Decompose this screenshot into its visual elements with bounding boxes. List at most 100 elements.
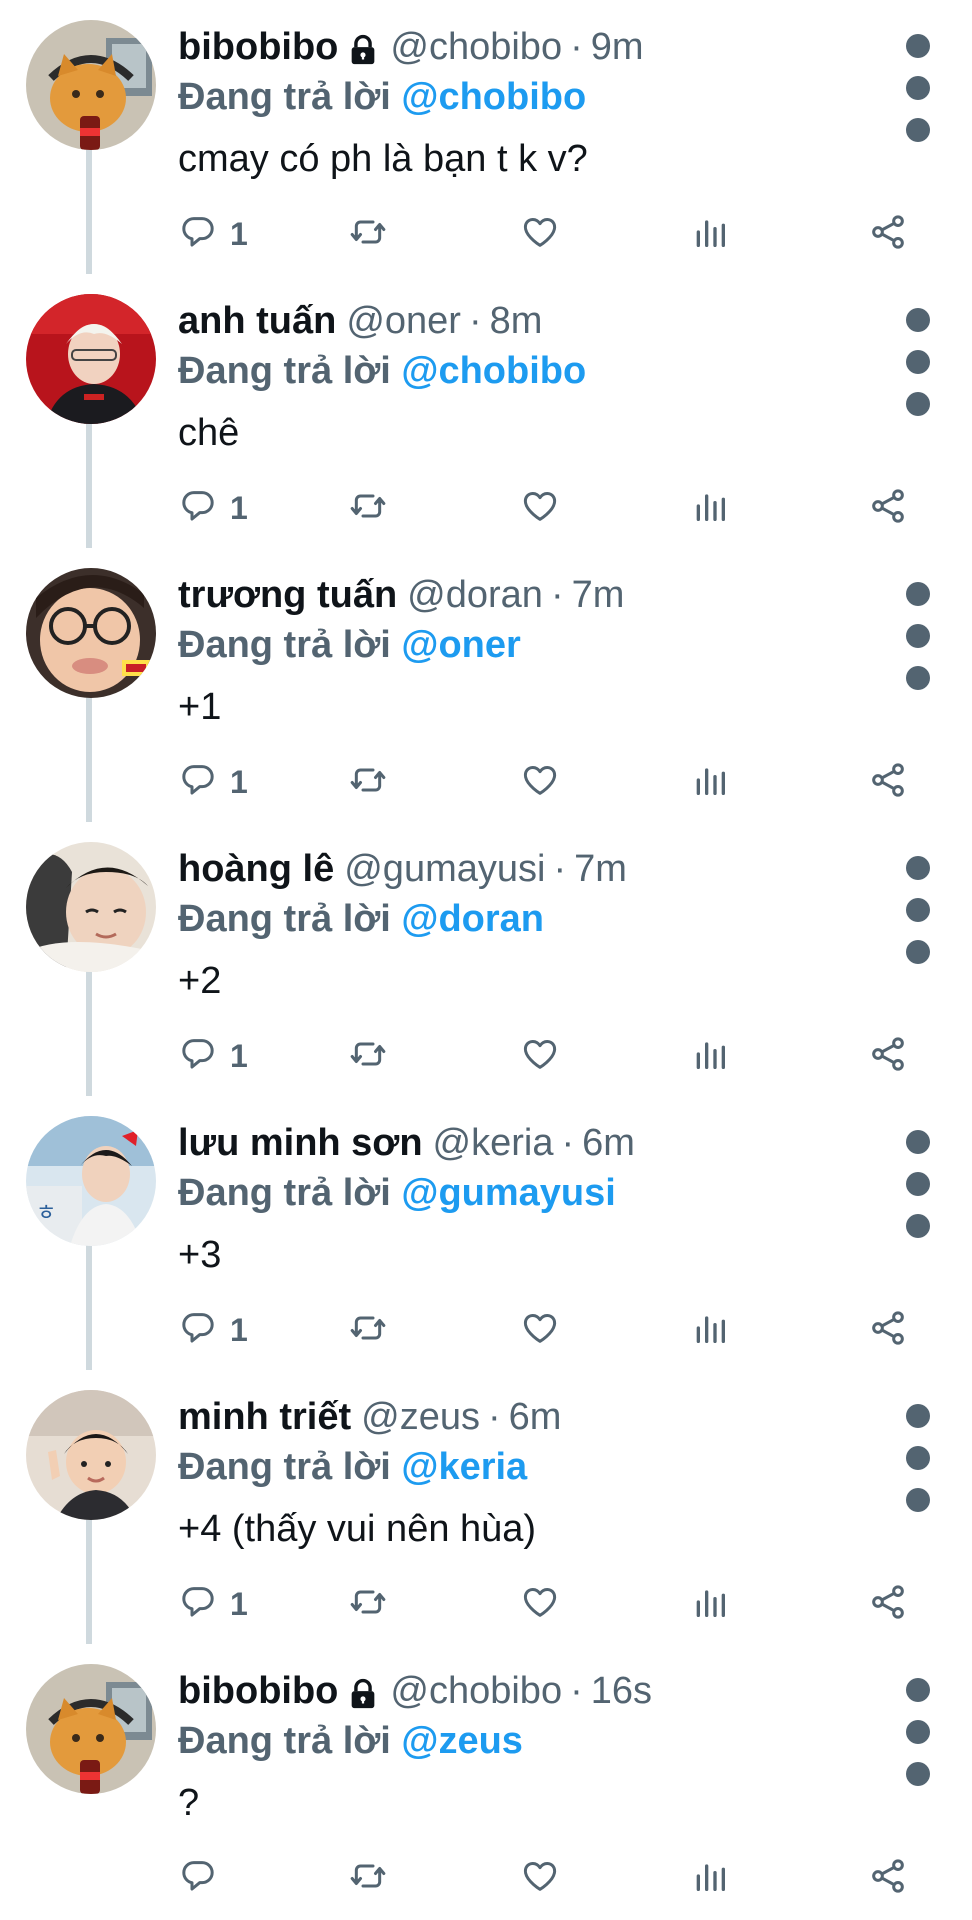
retweet-button[interactable]	[348, 1852, 388, 1904]
timestamp[interactable]: 8m	[490, 296, 543, 346]
display-name[interactable]: trương tuấn	[178, 570, 397, 620]
share-button[interactable]	[868, 1304, 908, 1356]
retweet-icon	[348, 1856, 388, 1901]
stats-button[interactable]	[690, 208, 730, 260]
stats-button[interactable]	[690, 756, 730, 808]
timestamp[interactable]: 7m	[574, 844, 627, 894]
more-vertical-icon[interactable]	[900, 302, 936, 416]
replying-to-handle[interactable]: @gumayusi	[401, 1172, 615, 1214]
timestamp[interactable]: 7m	[572, 570, 625, 620]
display-name[interactable]: anh tuấn	[178, 296, 336, 346]
tweet[interactable]: hoàng lê @gumayusi · 7m Đang trả lời @do…	[0, 822, 972, 1096]
avatar[interactable]	[26, 1664, 156, 1794]
user-handle[interactable]: @gumayusi	[344, 844, 545, 894]
timestamp[interactable]: 9m	[591, 22, 644, 72]
more-vertical-icon[interactable]	[900, 1398, 936, 1512]
replying-to-handle[interactable]: @keria	[401, 1446, 527, 1488]
display-name[interactable]: bibobibo	[178, 22, 338, 72]
tweet[interactable]: bibobibo @chobibo · 16s Đang trả lời @ze…	[0, 1644, 972, 1918]
stats-button[interactable]	[690, 1030, 730, 1082]
like-button[interactable]	[520, 1578, 560, 1630]
stats-button[interactable]	[690, 1304, 730, 1356]
lock-icon	[346, 30, 380, 65]
tweet-actions: 1	[178, 756, 918, 808]
replying-to: Đang trả lời @chobibo	[178, 346, 586, 396]
replying-to-handle[interactable]: @zeus	[401, 1720, 523, 1762]
replying-to-label: Đang trả lời	[178, 1720, 391, 1762]
reply-icon	[178, 486, 218, 531]
user-handle[interactable]: @chobibo	[390, 1666, 562, 1716]
replying-to-handle[interactable]: @doran	[401, 898, 544, 940]
reply-button[interactable]: 1	[178, 1030, 248, 1082]
separator-dot: ·	[487, 1396, 501, 1438]
like-button[interactable]	[520, 482, 560, 534]
lock-icon	[346, 1674, 380, 1709]
replying-to-handle[interactable]: @chobibo	[401, 350, 586, 392]
retweet-button[interactable]	[348, 1030, 388, 1082]
tweet[interactable]: minh triết @zeus · 6m Đang trả lời @keri…	[0, 1370, 972, 1644]
reply-button[interactable]: 1	[178, 482, 248, 534]
share-button[interactable]	[868, 1030, 908, 1082]
stats-button[interactable]	[690, 1852, 730, 1904]
retweet-button[interactable]	[348, 208, 388, 260]
more-vertical-icon[interactable]	[900, 1672, 936, 1786]
like-button[interactable]	[520, 756, 560, 808]
user-handle[interactable]: @oner	[346, 296, 461, 346]
share-button[interactable]	[868, 756, 908, 808]
user-handle[interactable]: @zeus	[361, 1392, 480, 1442]
share-button[interactable]	[868, 1852, 908, 1904]
avatar[interactable]	[26, 568, 156, 698]
tweet-text: chê	[178, 412, 240, 454]
more-vertical-icon[interactable]	[900, 576, 936, 690]
tweet[interactable]: anh tuấn @oner · 8m Đang trả lời @chobib…	[0, 274, 972, 548]
more-vertical-icon[interactable]	[900, 28, 936, 142]
reply-button[interactable]: 1	[178, 1578, 248, 1630]
display-name[interactable]: minh triết	[178, 1392, 351, 1442]
replying-to-handle[interactable]: @oner	[401, 624, 520, 666]
share-button[interactable]	[868, 208, 908, 260]
user-handle[interactable]: @doran	[407, 570, 543, 620]
tweet-header: bibobibo @chobibo · 9m	[178, 22, 644, 72]
display-name[interactable]: hoàng lê	[178, 844, 334, 894]
user-handle[interactable]: @keria	[433, 1118, 554, 1168]
reply-button[interactable]: 1	[178, 1304, 248, 1356]
replying-to-handle[interactable]: @chobibo	[401, 76, 586, 118]
share-button[interactable]	[868, 1578, 908, 1630]
timestamp[interactable]: 6m	[582, 1118, 635, 1168]
stats-button[interactable]	[690, 482, 730, 534]
reply-button[interactable]: 1	[178, 208, 248, 260]
retweet-button[interactable]	[348, 1304, 388, 1356]
timestamp[interactable]: 6m	[509, 1392, 562, 1442]
tweet-text: ?	[178, 1782, 200, 1824]
avatar[interactable]: ㅎ	[26, 1116, 156, 1246]
retweet-button[interactable]	[348, 1578, 388, 1630]
tweet-actions: 1	[178, 1030, 918, 1082]
more-vertical-icon[interactable]	[900, 1124, 936, 1238]
avatar[interactable]	[26, 294, 156, 424]
like-button[interactable]	[520, 1304, 560, 1356]
avatar[interactable]	[26, 20, 156, 150]
tweet-actions: 1	[178, 1304, 918, 1356]
tweet[interactable]: trương tuấn @doran · 7m Đang trả lời @on…	[0, 548, 972, 822]
timestamp[interactable]: 16s	[591, 1666, 652, 1716]
thread-line	[86, 696, 92, 822]
share-button[interactable]	[868, 482, 908, 534]
like-button[interactable]	[520, 208, 560, 260]
reply-icon	[178, 760, 218, 805]
tweet[interactable]: bibobibo @chobibo · 9m Đang trả lời @cho…	[0, 0, 972, 274]
user-handle[interactable]: @chobibo	[390, 22, 562, 72]
retweet-button[interactable]	[348, 482, 388, 534]
like-button[interactable]	[520, 1852, 560, 1904]
display-name[interactable]: bibobibo	[178, 1666, 338, 1716]
more-vertical-icon[interactable]	[900, 850, 936, 964]
tweet-actions: 1	[178, 482, 918, 534]
avatar[interactable]	[26, 1390, 156, 1520]
tweet[interactable]: ㅎ lưu minh sơn @keria · 6m Đang trả lời …	[0, 1096, 972, 1370]
reply-button[interactable]	[178, 1852, 230, 1904]
reply-button[interactable]: 1	[178, 756, 248, 808]
avatar[interactable]	[26, 842, 156, 972]
like-button[interactable]	[520, 1030, 560, 1082]
stats-button[interactable]	[690, 1578, 730, 1630]
retweet-button[interactable]	[348, 756, 388, 808]
display-name[interactable]: lưu minh sơn	[178, 1118, 423, 1168]
